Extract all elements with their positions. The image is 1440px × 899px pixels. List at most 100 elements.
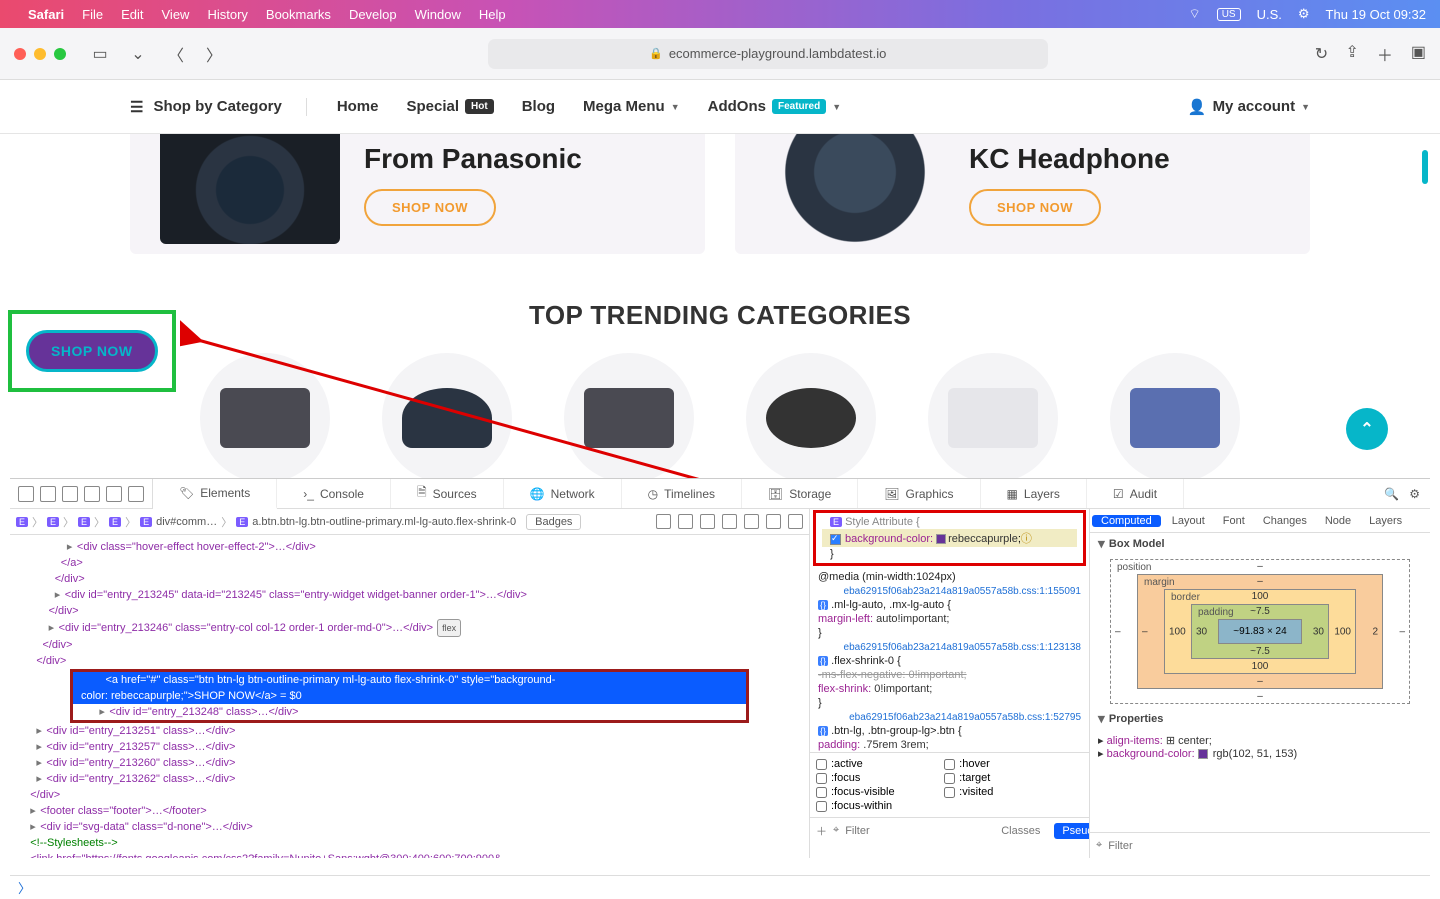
menu-history[interactable]: History <box>207 7 247 22</box>
nav-my-account[interactable]: 👤 My account▼ <box>1188 98 1310 116</box>
tab-elements[interactable]: 🏷Elements <box>153 479 277 509</box>
menu-window[interactable]: Window <box>415 7 461 22</box>
properties-title: ▶Properties <box>1090 708 1430 730</box>
search-icon[interactable]: 🔍 <box>1384 487 1399 501</box>
tab-changes[interactable]: Changes <box>1254 515 1316 527</box>
dock-controls[interactable] <box>10 479 153 508</box>
toolbar-icons[interactable] <box>656 514 803 529</box>
menu-file[interactable]: File <box>82 7 103 22</box>
category-item[interactable] <box>382 353 512 483</box>
filter-input[interactable] <box>845 825 987 837</box>
gear-icon[interactable]: ⚙ <box>1409 487 1420 501</box>
nav-home[interactable]: Home <box>337 98 379 115</box>
app-name[interactable]: Safari <box>28 7 64 22</box>
lock-icon: 🔒 <box>649 47 663 60</box>
menu-view[interactable]: View <box>162 7 190 22</box>
timelines-icon: ◷ <box>648 487 658 501</box>
tab-layers[interactable]: Layers <box>1360 515 1411 527</box>
sources-icon: 🗎 <box>417 483 427 504</box>
annotation-style-highlight: E Style Attribute { background-color: re… <box>813 510 1086 566</box>
promo-headphone: KC Headphone SHOP NOW <box>735 134 1310 254</box>
plus-icon[interactable]: ＋ <box>816 823 827 839</box>
hamburger-icon: ☰ <box>130 98 143 116</box>
breadcrumb[interactable]: E〉E〉E〉E〉 Ediv#comm…〉 Ea.btn.btn-lg.btn-o… <box>10 509 809 535</box>
category-item[interactable] <box>746 353 876 483</box>
shop-by-category-button[interactable]: ☰ Shop by Category <box>130 98 307 116</box>
safari-toolbar: ▭ ⌄ 〈 〉 🔒 ecommerce-playground.lambdates… <box>0 28 1440 80</box>
shop-now-button[interactable]: SHOP NOW <box>364 189 496 226</box>
site-navigation: ☰ Shop by Category Home SpecialHot Blog … <box>0 80 1440 134</box>
scroll-to-top-button[interactable]: ⌃ <box>1346 408 1388 450</box>
inspected-shop-now-button[interactable]: SHOP NOW <box>26 330 158 372</box>
category-item[interactable] <box>564 353 694 483</box>
window-controls[interactable] <box>14 48 66 60</box>
tab-layout[interactable]: Layout <box>1163 515 1214 527</box>
tab-storage[interactable]: 🗄Storage <box>742 479 858 508</box>
tab-audit[interactable]: ☑Audit <box>1087 479 1184 508</box>
pseudo-toggle[interactable]: Pseudo <box>1054 823 1090 839</box>
classes-toggle[interactable]: Classes <box>993 823 1048 839</box>
menu-bookmarks[interactable]: Bookmarks <box>266 7 331 22</box>
chevron-down-icon: ▼ <box>832 102 841 112</box>
nav-blog[interactable]: Blog <box>522 98 555 115</box>
graphics-icon: 🖼 <box>884 487 899 501</box>
annotation-dom-highlight: <a href="#" class="btn btn-lg btn-outlin… <box>70 669 749 723</box>
input-source[interactable]: U.S. <box>1257 7 1282 22</box>
nav-mega-menu[interactable]: Mega Menu▼ <box>583 98 680 115</box>
promo-title: KC Headphone <box>969 143 1170 175</box>
back-icon[interactable]: 〈 <box>162 41 190 67</box>
badges-button[interactable]: Badges <box>526 514 581 530</box>
pseudo-class-toggles: :active :hover :focus :target :focus-vis… <box>810 752 1089 817</box>
tab-sources[interactable]: 🗎Sources <box>391 479 504 508</box>
tab-node[interactable]: Node <box>1316 515 1360 527</box>
color-swatch <box>936 534 946 544</box>
tab-network[interactable]: 🌐Network <box>504 479 622 508</box>
box-model-title: ▶Box Model <box>1090 533 1430 555</box>
tab-layers[interactable]: ▦Layers <box>981 479 1087 508</box>
tab-computed[interactable]: Computed <box>1092 515 1161 527</box>
bluetooth-icon[interactable]: ⌔ <box>1188 6 1200 22</box>
menu-develop[interactable]: Develop <box>349 7 397 22</box>
elements-panel: E〉E〉E〉E〉 Ediv#comm…〉 Ea.btn.btn-lg.btn-o… <box>10 509 810 858</box>
dom-tree[interactable]: ▸<div class="hover-effect hover-effect-2… <box>10 535 809 858</box>
tab-timelines[interactable]: ◷Timelines <box>622 479 742 508</box>
tab-graphics[interactable]: 🖼Graphics <box>858 479 980 508</box>
dropdown-icon[interactable]: ⌄ <box>124 41 152 67</box>
console-prompt[interactable]: 〉 <box>10 875 1430 899</box>
control-center-icon[interactable]: ⚙︎ <box>1298 6 1310 22</box>
checkbox-icon <box>830 534 841 545</box>
section-title: TOP TRENDING CATEGORIES <box>0 300 1440 331</box>
keyboard-layout[interactable]: US <box>1217 8 1241 21</box>
reload-icon[interactable]: ↻ <box>1307 41 1335 67</box>
headphone-image <box>765 134 945 244</box>
promo-banners: From Panasonic SHOP NOW KC Headphone SHO… <box>0 134 1440 254</box>
category-item[interactable] <box>1110 353 1240 483</box>
scrollbar-thumb[interactable] <box>1422 150 1428 184</box>
featured-badge: Featured <box>772 99 826 114</box>
styles-panel[interactable]: E Style Attribute { background-color: re… <box>810 509 1090 858</box>
network-icon: 🌐 <box>530 487 545 501</box>
filter-icon: ⌖ <box>1096 839 1102 852</box>
menu-help[interactable]: Help <box>479 7 506 22</box>
menu-edit[interactable]: Edit <box>121 7 143 22</box>
shop-now-button[interactable]: SHOP NOW <box>969 189 1101 226</box>
url-bar[interactable]: 🔒 ecommerce-playground.lambdatest.io <box>488 39 1048 69</box>
sidebar-icon[interactable]: ▭ <box>86 41 114 67</box>
tab-font[interactable]: Font <box>1214 515 1254 527</box>
nav-special[interactable]: SpecialHot <box>407 98 494 115</box>
nav-addons[interactable]: AddOnsFeatured▼ <box>708 98 842 115</box>
share-icon[interactable]: ⇪ <box>1345 42 1358 66</box>
category-item[interactable] <box>928 353 1058 483</box>
styles-filter-row: ＋ ⌖ Classes Pseudo <box>810 817 1089 843</box>
chevron-down-icon: ▼ <box>1301 102 1310 112</box>
tabs-icon[interactable]: ▣ <box>1411 42 1426 66</box>
elements-icon: 🏷 <box>179 486 194 500</box>
new-tab-icon[interactable]: ＋ <box>1377 42 1393 66</box>
computed-filter-input[interactable] <box>1108 840 1424 852</box>
url-text: ecommerce-playground.lambdatest.io <box>669 46 887 61</box>
tab-console[interactable]: ›_Console <box>277 479 391 508</box>
selected-dom-node: <a href="#" class="btn btn-lg btn-outlin… <box>73 672 746 704</box>
category-item[interactable] <box>200 353 330 483</box>
devtools-tabbar: 🏷Elements ›_Console 🗎Sources 🌐Network ◷T… <box>10 479 1430 509</box>
forward-icon[interactable]: 〉 <box>200 41 228 67</box>
